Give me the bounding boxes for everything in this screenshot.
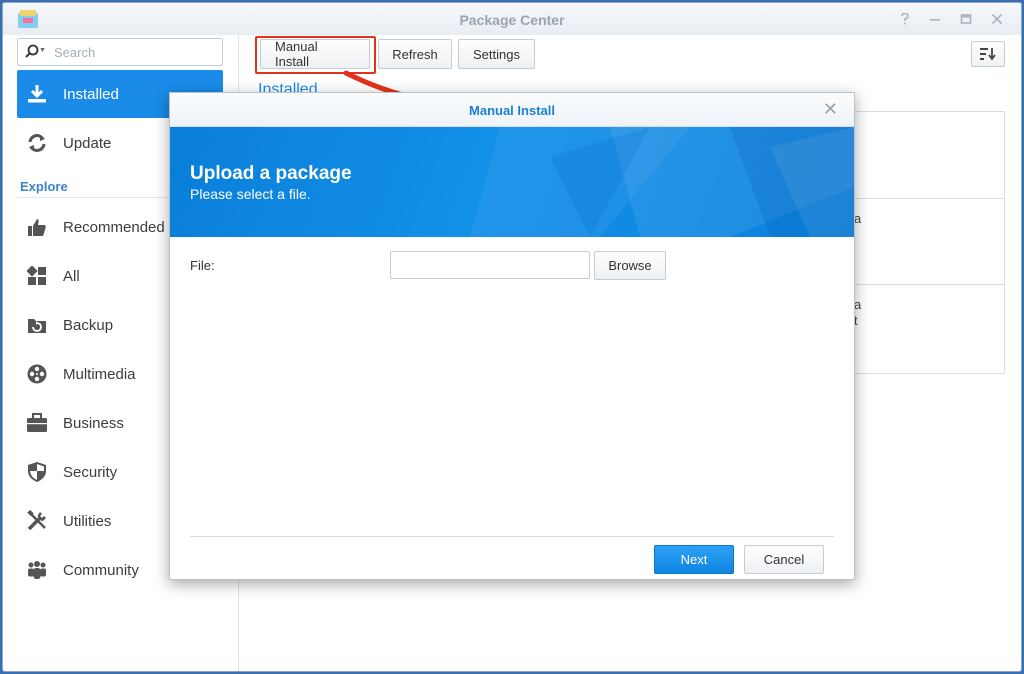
dialog-banner: Upload a package Please select a file.: [170, 127, 854, 237]
thumbs-up-icon: [25, 215, 49, 239]
sidebar-item-label: Recommended: [63, 218, 165, 236]
film-reel-icon: [25, 362, 49, 386]
backup-icon: [25, 313, 49, 337]
sidebar-item-label: Utilities: [63, 512, 112, 530]
dialog-title-bar: Manual Install ✕: [170, 93, 854, 127]
dialog-title: Manual Install: [469, 103, 555, 118]
shield-icon: [25, 460, 49, 484]
package-text-fragment: a: [854, 297, 862, 312]
sidebar-item-label: Installed: [63, 85, 119, 103]
manual-install-dialog: Manual Install ✕ Upload a package Please…: [169, 92, 855, 580]
sort-icon: [980, 48, 996, 61]
help-icon[interactable]: [894, 8, 916, 30]
close-icon[interactable]: ✕: [823, 100, 838, 118]
explore-section-label: Explore: [20, 179, 68, 194]
browse-button[interactable]: Browse: [594, 251, 666, 280]
banner-title: Upload a package: [190, 163, 352, 184]
dialog-divider: [190, 536, 834, 537]
chevron-down-icon[interactable]: ▼: [39, 47, 46, 54]
minimize-icon[interactable]: [924, 8, 946, 30]
download-icon: [25, 82, 49, 106]
installed-packages-panel: a a t: [853, 111, 1005, 374]
refresh-button[interactable]: Refresh: [378, 39, 452, 69]
cancel-button[interactable]: Cancel: [744, 545, 824, 574]
tools-icon: [25, 509, 49, 533]
package-text-fragment: a: [854, 211, 862, 226]
sidebar-item-label: Security: [63, 463, 118, 481]
maximize-icon[interactable]: [955, 8, 977, 30]
search-input[interactable]: [54, 43, 214, 61]
people-icon: [25, 558, 49, 582]
search-box[interactable]: ▼: [17, 38, 223, 66]
banner-subtitle: Please select a file.: [190, 186, 311, 202]
title-bar: Package Center: [3, 3, 1021, 35]
settings-button[interactable]: Settings: [458, 39, 535, 69]
next-button[interactable]: Next: [654, 545, 734, 574]
sidebar-item-label: Backup: [63, 316, 114, 334]
list-item[interactable]: a t: [854, 284, 1004, 370]
sidebar-item-label: Business: [63, 414, 124, 432]
search-icon: [25, 44, 39, 58]
briefcase-icon: [25, 411, 49, 435]
file-label: File:: [190, 258, 215, 273]
refresh-icon: [25, 131, 49, 155]
sidebar-item-label: Multimedia: [63, 365, 136, 383]
sort-button[interactable]: [971, 41, 1005, 67]
sidebar-item-label: Update: [63, 134, 112, 152]
list-item[interactable]: [854, 112, 1004, 199]
list-item[interactable]: a: [854, 198, 1004, 285]
window-title: Package Center: [459, 12, 565, 28]
close-icon[interactable]: [986, 8, 1008, 30]
sidebar-item-label: All: [63, 267, 80, 285]
grid-icon: [25, 264, 49, 288]
manual-install-highlight: [255, 36, 376, 74]
file-path-input[interactable]: [390, 251, 590, 279]
sidebar-item-label: Community: [63, 561, 139, 579]
